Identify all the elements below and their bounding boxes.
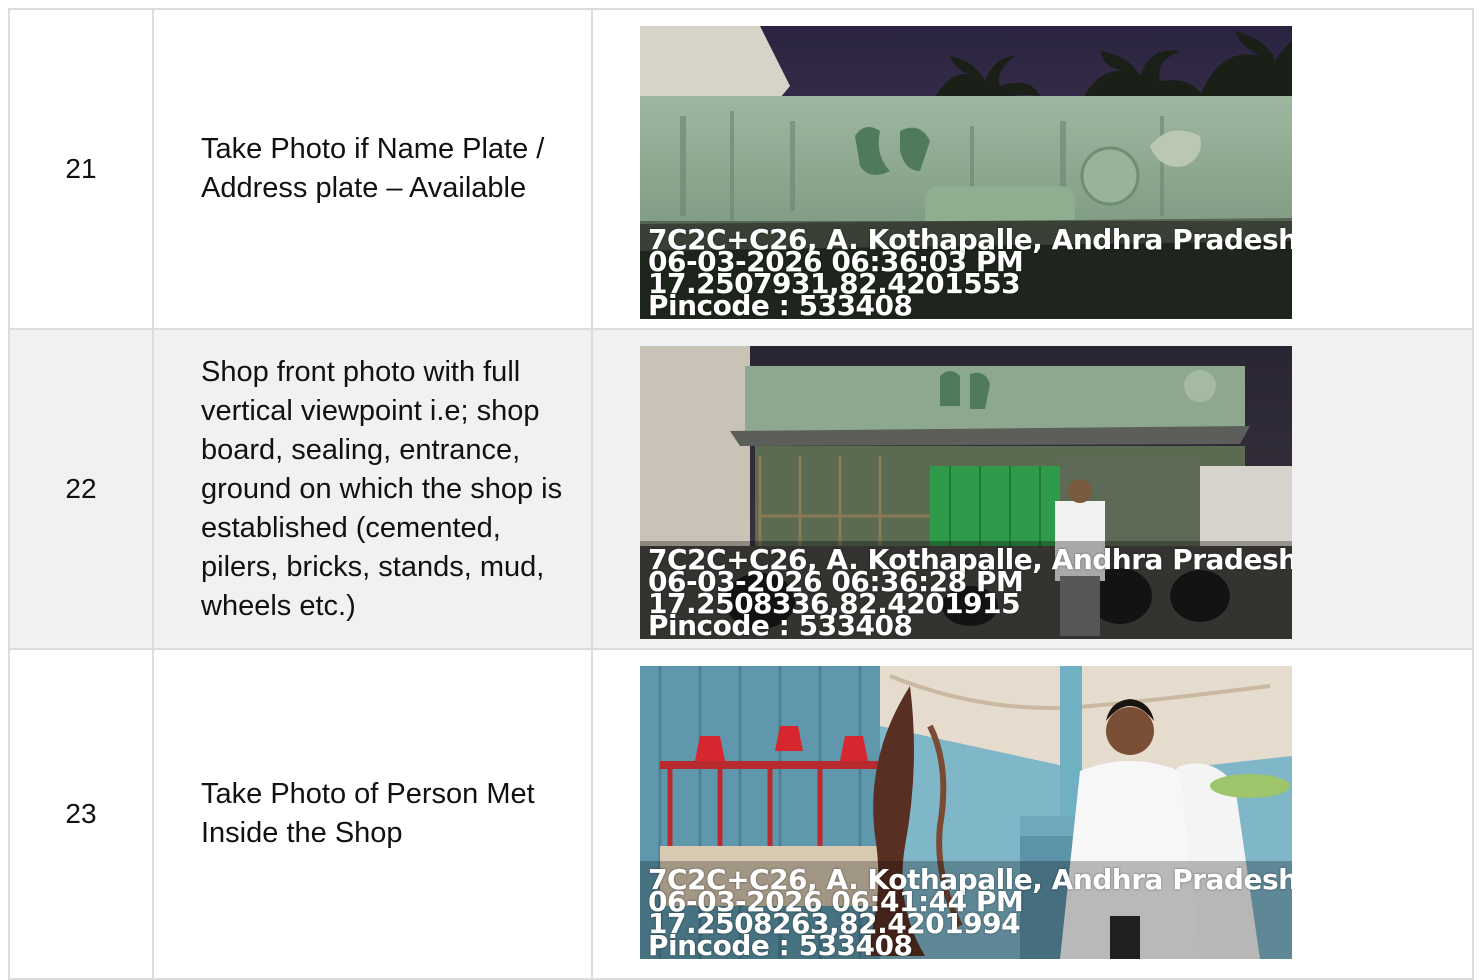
table-row: 23 Take Photo of Person Met Inside the S… [8,648,1474,980]
table-row: 22 Shop front photo with full vertical v… [8,328,1474,650]
row-number: 22 [8,328,154,650]
row-number: 23 [8,648,154,980]
photo-cell: 7C2C+C26, A. Kothapalle, Andhra Pradesh … [591,328,1474,650]
geotag-overlay: 7C2C+C26, A. Kothapalle, Andhra Pradesh … [648,226,1292,320]
table-row: 21 Take Photo if Name Plate / Address pl… [8,8,1474,330]
name-plate-photo[interactable]: 7C2C+C26, A. Kothapalle, Andhra Pradesh … [640,26,1292,319]
row-description: Take Photo of Person Met Inside the Shop [152,648,593,980]
person-photo[interactable]: 7C2C+C26, A. Kothapalle, Andhra Pradesh … [640,666,1292,959]
row-description: Shop front photo with full vertical view… [152,328,593,650]
geotag-overlay: 7C2C+C26, A. Kothapalle, Andhra Pradesh … [648,866,1292,960]
photo-cell: 7C2C+C26, A. Kothapalle, Andhra Pradesh … [591,8,1474,330]
row-number: 21 [8,8,154,330]
row-description: Take Photo if Name Plate / Address plate… [152,8,593,330]
inspection-table: 21 Take Photo if Name Plate / Address pl… [8,8,1474,980]
geotag-overlay: 7C2C+C26, A. Kothapalle, Andhra Pradesh … [648,546,1292,640]
photo-cell: 7C2C+C26, A. Kothapalle, Andhra Pradesh … [591,648,1474,980]
shop-front-photo[interactable]: 7C2C+C26, A. Kothapalle, Andhra Pradesh … [640,346,1292,639]
